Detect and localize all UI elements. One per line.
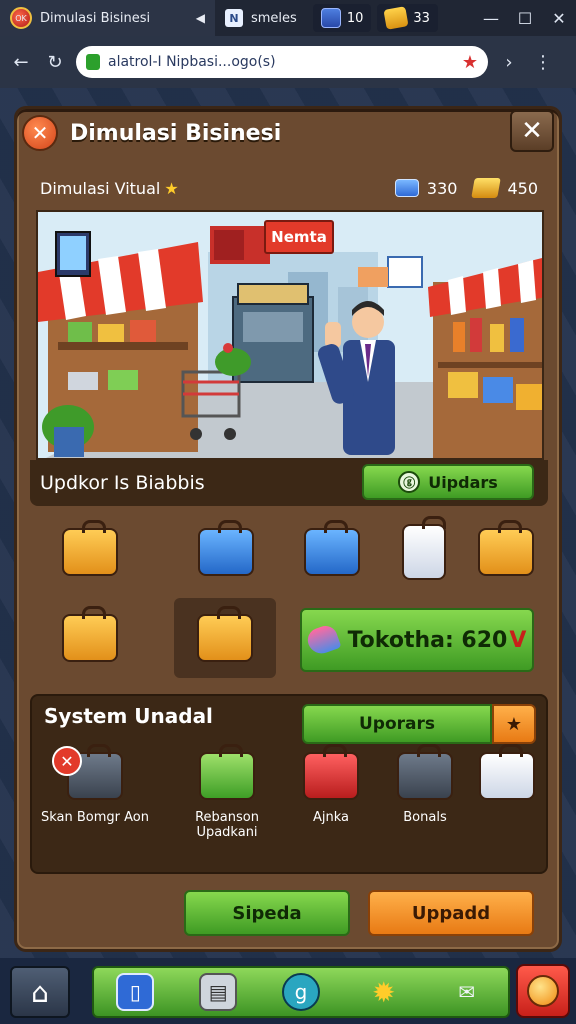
subtitle: Dimulasi Vitual bbox=[40, 178, 161, 198]
panel-close-button[interactable]: ✕ bbox=[510, 110, 554, 152]
red-box-icon bbox=[303, 744, 359, 800]
blue-token-icon bbox=[320, 8, 341, 28]
coin-icon bbox=[527, 975, 559, 1007]
secondary-action-button[interactable]: Sipeda bbox=[184, 890, 350, 936]
item-blue-case[interactable] bbox=[186, 516, 266, 588]
orange-case-icon bbox=[62, 606, 118, 662]
gold-currency-chip: 33 bbox=[377, 4, 438, 32]
blue-box-icon bbox=[304, 520, 360, 576]
total-suffix: V bbox=[509, 627, 527, 653]
gem-icon bbox=[394, 179, 419, 197]
shield-icon[interactable]: ▯ bbox=[116, 973, 155, 1011]
star-icon: ★ bbox=[164, 178, 179, 198]
system-star-button[interactable]: ★ bbox=[492, 704, 536, 744]
system-item-4-label: Bonals bbox=[403, 810, 447, 825]
update-button[interactable]: ⓖ Uipdars bbox=[362, 464, 534, 500]
gold-count: 450 bbox=[507, 178, 538, 198]
game-favicon-icon: OK bbox=[10, 7, 32, 29]
update-label: Updkor Is Biabbis bbox=[40, 472, 205, 494]
update-banner: Updkor Is Biabbis ⓖ Uipdars bbox=[30, 460, 548, 506]
update-button-label: Uipdars bbox=[428, 472, 498, 492]
x-badge-icon[interactable]: ✕ bbox=[22, 115, 58, 151]
update-g-icon: ⓖ bbox=[398, 471, 421, 493]
trash-can-icon[interactable]: ▤ bbox=[199, 973, 238, 1011]
total-label: Tokotha: 620 bbox=[347, 627, 508, 653]
dark-case-icon bbox=[397, 744, 453, 800]
gold-bar-icon bbox=[471, 178, 502, 198]
shop-scene-illustration: Nemta bbox=[36, 210, 544, 460]
blue-case-icon bbox=[198, 520, 254, 576]
address-bar-row: ← ↻ alatrol-I Nipbasi...ogo(s) ★ › ⋮ bbox=[0, 36, 576, 88]
tab-dropdown-icon[interactable]: ◀ bbox=[196, 11, 205, 25]
sun-icon[interactable]: ✹ bbox=[365, 973, 403, 1011]
phone-icon bbox=[402, 516, 446, 580]
system-item-1-label: Skan Bomgr Aon bbox=[40, 810, 149, 825]
panel-title: Dimulasi Bisinesi bbox=[70, 120, 282, 146]
second-tab-title: smeles bbox=[251, 10, 297, 26]
orange-box-icon bbox=[62, 520, 118, 576]
minimize-button[interactable]: — bbox=[474, 0, 508, 36]
system-item-2[interactable]: Rebanson Upadkani bbox=[172, 744, 282, 840]
url-text: alatrol-I Nipbasi...ogo(s) bbox=[108, 54, 276, 70]
camera-box-icon bbox=[478, 520, 534, 576]
doc-favicon-icon: N bbox=[225, 9, 243, 27]
system-item-5[interactable] bbox=[452, 744, 562, 810]
system-item-2-label: Rebanson Upadkani bbox=[195, 810, 259, 840]
url-field[interactable]: alatrol-I Nipbasi...ogo(s) ★ bbox=[76, 46, 488, 78]
maximize-button[interactable]: ☐ bbox=[508, 0, 542, 36]
system-upgrade-button[interactable]: Uporars bbox=[302, 704, 492, 744]
item-blue-box[interactable] bbox=[292, 516, 372, 588]
active-tab-title: Dimulasi Bisinesi bbox=[40, 10, 151, 26]
back-arrow-icon[interactable]: ← bbox=[8, 49, 34, 75]
heart-icon bbox=[304, 622, 342, 658]
item-phone[interactable] bbox=[384, 516, 464, 588]
gem-count: 330 bbox=[426, 178, 458, 198]
footer-toolbar: ▯ ▤ g ✹ ✉ bbox=[92, 966, 510, 1018]
stop-button[interactable] bbox=[516, 964, 570, 1018]
gem-stat: 330 bbox=[394, 178, 458, 198]
browser-menu-icon[interactable]: ⋮ bbox=[530, 49, 556, 75]
envelope-icon[interactable]: ✉ bbox=[448, 973, 486, 1011]
system-title: System Unadal bbox=[44, 704, 213, 728]
item-open-box-selected[interactable] bbox=[174, 598, 276, 678]
cancel-badge-icon: ✕ bbox=[52, 746, 82, 776]
blue-currency-value: 10 bbox=[346, 10, 364, 26]
panel-subheader: Dimulasi Vitual ★ 330 450 bbox=[30, 168, 548, 208]
panel-header: ✕ Dimulasi Bisinesi ✕ bbox=[16, 108, 560, 158]
card-icon bbox=[479, 744, 535, 800]
resource-stats: 330 450 bbox=[379, 178, 538, 198]
item-orange-case[interactable] bbox=[50, 602, 130, 674]
gold-token-icon bbox=[383, 6, 409, 30]
item-orange-box[interactable] bbox=[50, 516, 130, 588]
open-box-icon bbox=[197, 606, 253, 662]
game-footer-bar: ⌂ ▯ ▤ g ✹ ✉ bbox=[0, 958, 576, 1024]
system-section: System Unadal Uporars ★ ✕ Skan Bomgr Aon… bbox=[30, 694, 548, 874]
scene-shop-sign: Nemta bbox=[264, 220, 334, 254]
active-tab[interactable]: OK Dimulasi Bisinesi ◀ bbox=[0, 0, 215, 36]
home-icon[interactable]: ⌂ bbox=[10, 966, 70, 1018]
system-item-1[interactable]: ✕ Skan Bomgr Aon bbox=[40, 744, 150, 825]
circle-g-icon[interactable]: g bbox=[281, 973, 320, 1011]
green-box-icon bbox=[199, 744, 255, 800]
bookmark-star-icon[interactable]: ★ bbox=[462, 52, 478, 73]
reload-icon[interactable]: ↻ bbox=[42, 49, 68, 75]
upgrade-action-button[interactable]: Uppadd bbox=[368, 890, 534, 936]
total-value-button[interactable]: Tokotha: 620 V bbox=[300, 608, 534, 672]
forward-chevron-icon[interactable]: › bbox=[496, 49, 522, 75]
second-tab[interactable]: N smeles bbox=[215, 0, 307, 36]
secure-lock-icon bbox=[86, 54, 100, 70]
item-camera-box[interactable] bbox=[466, 516, 546, 588]
blue-currency-chip: 10 bbox=[312, 4, 372, 32]
gold-stat: 450 bbox=[471, 178, 538, 198]
browser-tab-bar: OK Dimulasi Bisinesi ◀ N smeles 10 33 — … bbox=[0, 0, 576, 36]
window-close-button[interactable]: ✕ bbox=[542, 0, 576, 36]
gold-currency-value: 33 bbox=[413, 10, 430, 26]
